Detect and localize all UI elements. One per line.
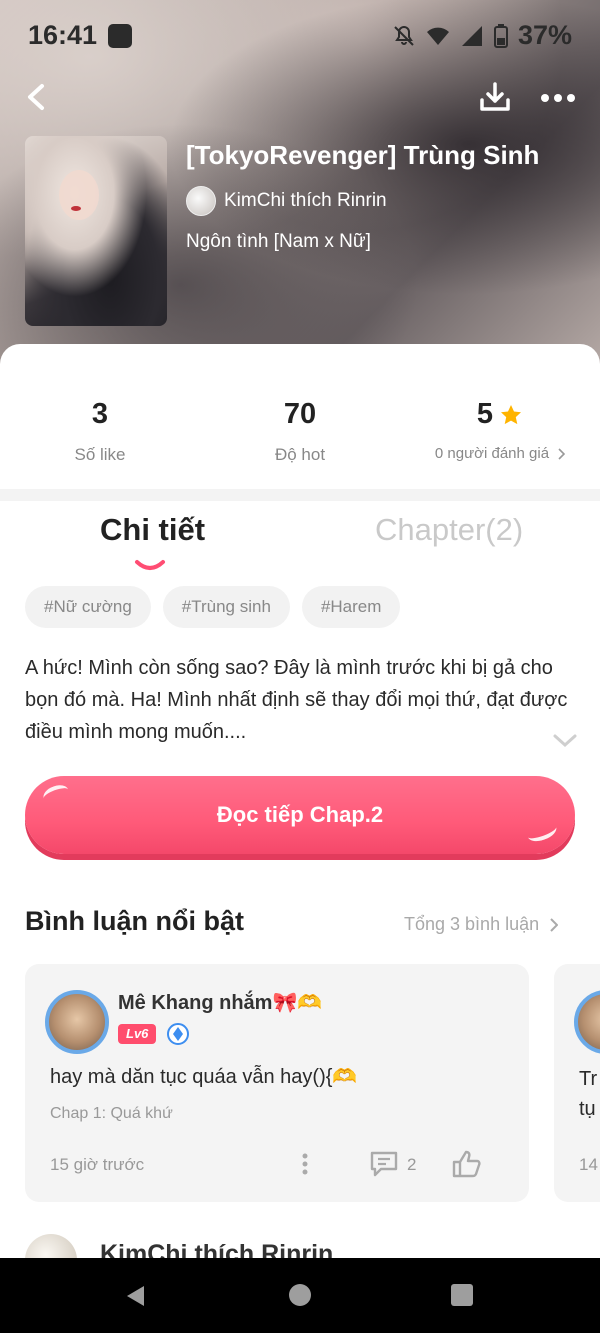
chevron-down-icon[interactable] xyxy=(552,732,578,748)
story-title: [TokyoRevenger] Trùng Sinh xyxy=(186,140,540,170)
tab-bar: Chi tiết Chapter(2) xyxy=(0,512,600,572)
stat-hot: 70 Độ hot xyxy=(200,398,400,465)
stats-row: 3 Số like 70 Độ hot 5 0 người đánh giá xyxy=(0,344,600,489)
more-icon[interactable] xyxy=(540,88,576,108)
author-link[interactable]: KimChi thích Rinrin xyxy=(186,186,387,216)
comment-carousel[interactable]: Mê Khang nhắm🎀🫶 Lv6 hay mà dăn tục quáa … xyxy=(25,964,600,1204)
stat-rating-value: 5 xyxy=(476,398,494,430)
author-avatar xyxy=(186,186,216,216)
tag-chip[interactable]: #Harem xyxy=(301,586,401,628)
cover-face xyxy=(59,170,99,220)
comment-card[interactable]: Tr tụ 14 xyxy=(554,964,600,1202)
tag-chip[interactable]: #Nữ cường xyxy=(25,586,151,628)
all-comments-link[interactable]: Tổng 3 bình luận xyxy=(404,914,559,935)
download-icon[interactable] xyxy=(478,80,512,114)
nav-home-icon[interactable] xyxy=(289,1284,311,1306)
chevron-right-icon xyxy=(550,917,559,932)
wifi-icon xyxy=(426,27,449,45)
stat-rating-value-row: 5 xyxy=(400,398,600,431)
tab-chapters[interactable]: Chapter(2) xyxy=(375,512,523,548)
commenter-name[interactable]: Mê Khang nhắm🎀🫶 xyxy=(118,990,322,1015)
comment-text: Tr tụ xyxy=(579,1068,598,1120)
level-badge: Lv6 xyxy=(118,1024,157,1044)
commenter-avatar[interactable] xyxy=(45,990,109,1054)
thumbs-up-icon[interactable] xyxy=(451,1149,483,1179)
battery-percent: 37% xyxy=(517,20,572,50)
status-right: 37% xyxy=(392,20,572,51)
story-description: A hức! Mình còn sống sao? Đây là mình tr… xyxy=(25,657,568,743)
nav-recents-icon[interactable] xyxy=(451,1284,473,1306)
continue-reading-button[interactable]: Đọc tiếp Chap.2 xyxy=(25,776,575,854)
button-shine xyxy=(41,782,71,806)
reply-count: 2 xyxy=(407,1155,417,1174)
comment-time: 15 giờ trước xyxy=(50,1155,145,1174)
stat-likes: 3 Số like xyxy=(0,398,200,465)
chevron-right-icon xyxy=(558,447,566,460)
continue-reading-label: Đọc tiếp Chap.2 xyxy=(216,802,384,827)
tab-details[interactable]: Chi tiết xyxy=(100,512,205,548)
header-background: 16:41 37% [TokyoRevenger] Trùng Sinh Kim… xyxy=(0,0,600,380)
author-name: KimChi thích Rinrin xyxy=(224,190,387,211)
verified-badge-icon xyxy=(167,1023,189,1045)
stat-rating-label: 0 người đánh giá xyxy=(434,445,550,462)
commenter-avatar[interactable] xyxy=(574,990,600,1054)
battery-icon xyxy=(493,23,508,48)
more-vertical-icon[interactable] xyxy=(301,1152,309,1176)
comment-chapter[interactable]: Chap 1: Quá khứ xyxy=(50,1105,173,1123)
story-genre: Ngôn tình [Nam x Nữ] xyxy=(186,231,371,252)
section-divider xyxy=(0,489,600,501)
signal-icon xyxy=(461,25,482,46)
story-cover-image[interactable] xyxy=(25,136,167,326)
tab-active-indicator xyxy=(135,560,165,570)
nav-back-icon[interactable] xyxy=(124,1284,148,1308)
stat-rating[interactable]: 5 0 người đánh giá xyxy=(400,398,600,462)
comments-total: Tổng 3 bình luận xyxy=(404,914,540,934)
comments-title: Bình luận nổi bật xyxy=(25,906,244,936)
stat-hot-value: 70 xyxy=(283,398,317,430)
comment-time: 14 xyxy=(579,1155,598,1174)
system-nav-bar xyxy=(0,1258,600,1333)
button-shine xyxy=(525,819,559,845)
cover-lips xyxy=(71,206,81,211)
reply-icon[interactable] xyxy=(369,1150,399,1178)
comment-text: hay mà dăn tục quáa vẫn hay(){🫶 xyxy=(50,1066,358,1088)
tag-chip[interactable]: #Trùng sinh xyxy=(162,586,290,628)
tag-list: #Nữ cường #Trùng sinh #Harem xyxy=(25,586,401,628)
star-icon xyxy=(501,404,522,424)
comment-card[interactable]: Mê Khang nhắm🎀🫶 Lv6 hay mà dăn tục quáa … xyxy=(25,964,529,1202)
detail-sheet: 3 Số like 70 Độ hot 5 0 người đánh giá C… xyxy=(0,344,600,1286)
mute-icon xyxy=(394,25,414,46)
stat-rating-label-row: 0 người đánh giá xyxy=(400,445,600,462)
app-notification-icon xyxy=(108,24,132,48)
stat-hot-label: Độ hot xyxy=(274,445,326,464)
status-time: 16:41 xyxy=(28,20,98,50)
stat-likes-label: Số like xyxy=(74,445,126,464)
stat-likes-value: 3 xyxy=(91,398,109,430)
status-bar: 16:41 37% xyxy=(0,0,600,70)
back-icon[interactable] xyxy=(20,80,54,114)
